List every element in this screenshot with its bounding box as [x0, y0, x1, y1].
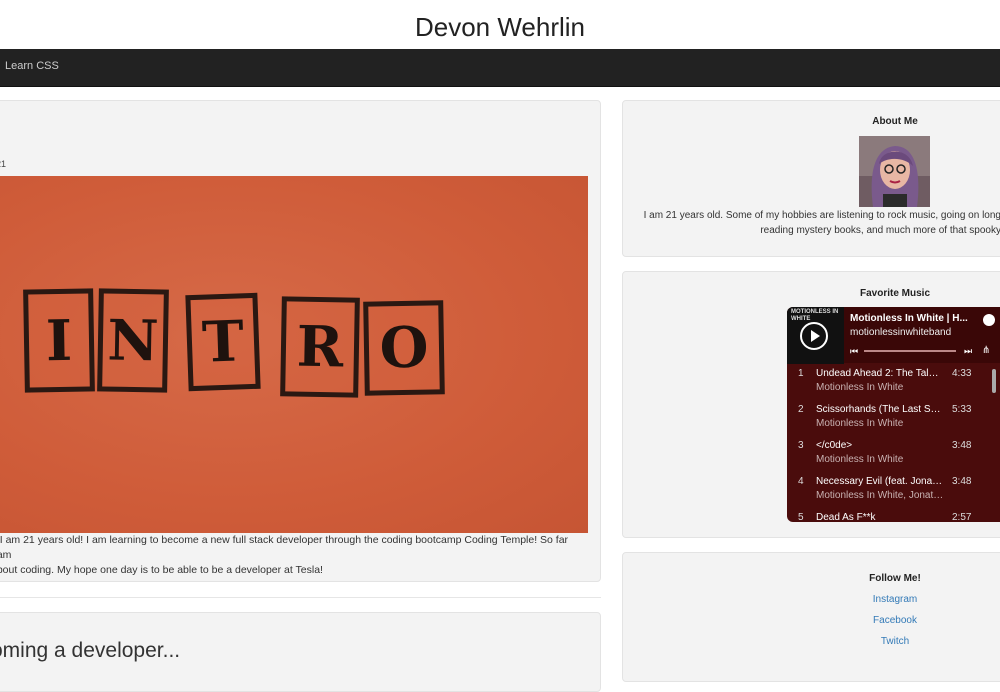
track-row[interactable]: 3 </c0de> Motionless In White 3:48 [787, 436, 1000, 472]
track-duration: 3:48 [952, 440, 972, 451]
top-navbar: Learn CSS [0, 49, 1000, 87]
instagram-link[interactable]: Instagram [623, 594, 1000, 605]
album-cover: MOTIONLESS IN WHITE [787, 307, 844, 364]
stamp-letter: R [280, 296, 360, 398]
track-row[interactable]: 2 Scissorhands (The Last Snow) Motionles… [787, 400, 1000, 436]
about-heading: About Me [872, 116, 918, 127]
excerpt-line: d I am 21 years old! I am learning to be… [0, 534, 569, 561]
share-icon[interactable]: ⋔ [982, 345, 990, 356]
cover-text: MOTIONLESS IN WHITE [791, 309, 839, 322]
track-artist: Motionless In White [816, 454, 904, 465]
track-duration: 3:48 [952, 476, 972, 487]
about-line: I am 21 years old. Some of my hobbies ar… [643, 210, 1000, 221]
track-artist: Motionless In White, Jonath... [816, 490, 944, 501]
stamp-letter: I [23, 288, 95, 393]
stamp-letter: O [363, 300, 445, 396]
blog-post-card: 021 I N T R O d I am 21 years old! I am … [0, 100, 601, 582]
next-icon[interactable]: ⏭ [964, 346, 972, 357]
progress-bar[interactable] [864, 350, 956, 352]
track-number: 4 [798, 476, 804, 487]
stamp-letter: N [97, 288, 169, 393]
post-hero-image: I N T R O [0, 176, 588, 533]
track-name: Necessary Evil (feat. Jonatha... [816, 476, 944, 487]
twitch-link[interactable]: Twitch [623, 636, 1000, 647]
player-controls: ⏮ ⏭ ⋔ [850, 345, 995, 357]
track-number: 2 [798, 404, 804, 415]
track-name: </c0de> [816, 440, 853, 451]
tracklist-scrollbar[interactable] [992, 369, 996, 393]
track-artist: Motionless In White [816, 382, 904, 393]
player-header: MOTIONLESS IN WHITE Motionless In White … [787, 307, 1000, 364]
nav-link-learn-css[interactable]: Learn CSS [5, 60, 59, 72]
previous-icon[interactable]: ⏮ [850, 346, 858, 357]
about-line: reading mystery books, and much more of … [760, 225, 1000, 236]
stamp-letter: T [185, 292, 261, 392]
post-date: 021 [0, 159, 7, 169]
track-row[interactable]: 4 Necessary Evil (feat. Jonatha... Motio… [787, 472, 1000, 508]
track-duration: 5:33 [952, 404, 972, 415]
track-number: 5 [798, 512, 804, 522]
follow-heading: Follow Me! [869, 573, 921, 584]
playlist-artist[interactable]: motionlessinwhiteband [850, 327, 951, 338]
facebook-link[interactable]: Facebook [623, 615, 1000, 626]
track-row[interactable]: 5 Dead As F**k 2:57 [787, 508, 1000, 522]
site-header: Devon Wehrlin [0, 0, 1000, 50]
track-row[interactable]: 1 Undead Ahead 2: The Tale o... Motionle… [787, 364, 1000, 400]
about-text: I am 21 years old. Some of my hobbies ar… [623, 208, 1000, 238]
track-number: 3 [798, 440, 804, 451]
post-title[interactable]: oming a developer... [0, 639, 180, 663]
track-name: Dead As F**k [816, 512, 876, 522]
about-me-card: About Me I am 21 years old. Some of my h… [622, 100, 1000, 257]
track-artist: Motionless In White [816, 418, 904, 429]
excerpt-line: about coding. My hope one day is to be a… [0, 564, 323, 576]
spotify-logo-icon[interactable] [983, 314, 995, 326]
track-number: 1 [798, 368, 804, 379]
music-heading: Favorite Music [859, 288, 931, 299]
blog-post-card: oming a developer... [0, 612, 601, 692]
play-icon[interactable] [800, 322, 828, 350]
track-name: Undead Ahead 2: The Tale o... [816, 368, 944, 379]
post-excerpt: d I am 21 years old! I am learning to be… [0, 533, 571, 578]
site-title: Devon Wehrlin [414, 12, 586, 42]
follow-me-card: Follow Me! Instagram Facebook Twitch [622, 552, 1000, 682]
playlist-title[interactable]: Motionless In White | H... [850, 313, 968, 324]
spotify-embed-player[interactable]: MOTIONLESS IN WHITE Motionless In White … [787, 307, 1000, 522]
track-duration: 2:57 [952, 512, 972, 522]
avatar [859, 136, 930, 207]
track-name: Scissorhands (The Last Snow) [816, 404, 944, 415]
track-duration: 4:33 [952, 368, 972, 379]
favorite-music-card: Favorite Music MOTIONLESS IN WHITE Motio… [622, 271, 1000, 538]
post-divider [0, 597, 601, 598]
